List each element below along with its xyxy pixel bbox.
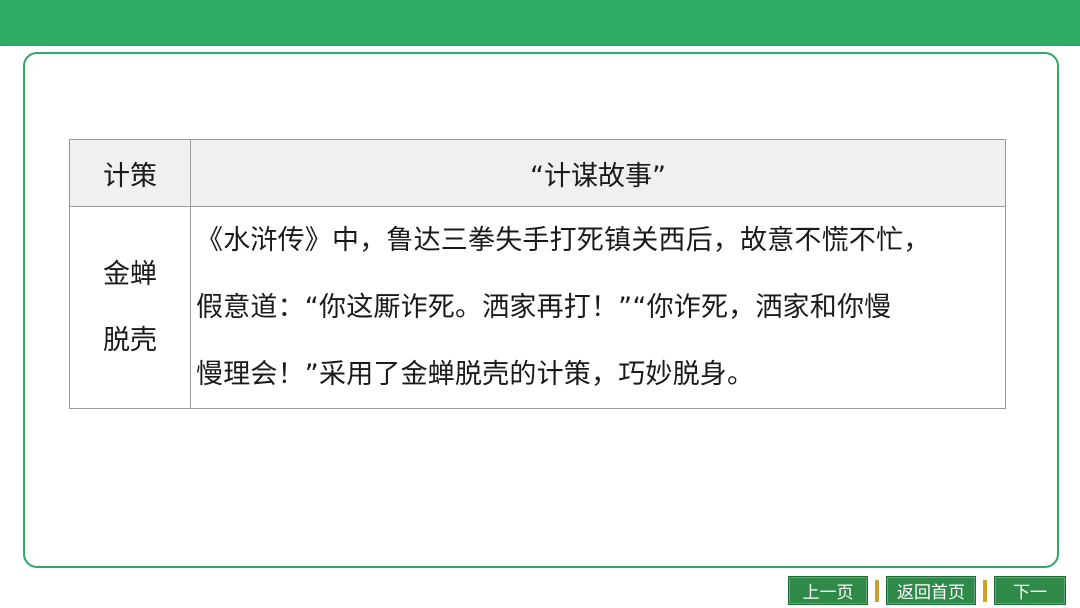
header-story: “计谋故事” <box>190 139 1006 207</box>
header-stratagem: 计策 <box>69 139 191 207</box>
next-page-button[interactable]: 下一 <box>994 576 1066 605</box>
table-header-row: 计策 “计谋故事” <box>69 139 1006 207</box>
page-navigation: 上一页 返回首页 下一 <box>788 575 1066 606</box>
stratagem-name-cell: 金蝉 脱壳 <box>69 206 191 409</box>
stratagem-name-line2: 脱壳 <box>103 324 157 356</box>
nav-separator <box>983 579 987 602</box>
home-button[interactable]: 返回首页 <box>886 576 976 605</box>
story-line-2: 假意道：“你这厮诈死。洒家再打！”“你诈死，洒家和你慢 <box>196 292 892 323</box>
nav-separator <box>875 579 879 602</box>
story-cell: 《水浒传》中，鲁达三拳失手打死镇关西后，故意不慌不忙， 假意道：“你这厮诈死。洒… <box>190 206 1006 409</box>
stratagem-table: 计策 “计谋故事” 金蝉 脱壳 《水浒传》中，鲁达三拳失手打死镇关西后，故意不慌… <box>69 139 1006 409</box>
prev-page-button[interactable]: 上一页 <box>788 576 868 605</box>
story-line-3: 慢理会！”采用了金蝉脱壳的计策，巧妙脱身。 <box>196 359 755 390</box>
story-line-1: 《水浒传》中，鲁达三拳失手打死镇关西后，故意不慌不忙， <box>196 225 931 256</box>
table-row: 金蝉 脱壳 《水浒传》中，鲁达三拳失手打死镇关西后，故意不慌不忙， 假意道：“你… <box>69 206 1006 409</box>
stratagem-name-line1: 金蝉 <box>103 258 157 290</box>
top-banner <box>0 0 1080 46</box>
